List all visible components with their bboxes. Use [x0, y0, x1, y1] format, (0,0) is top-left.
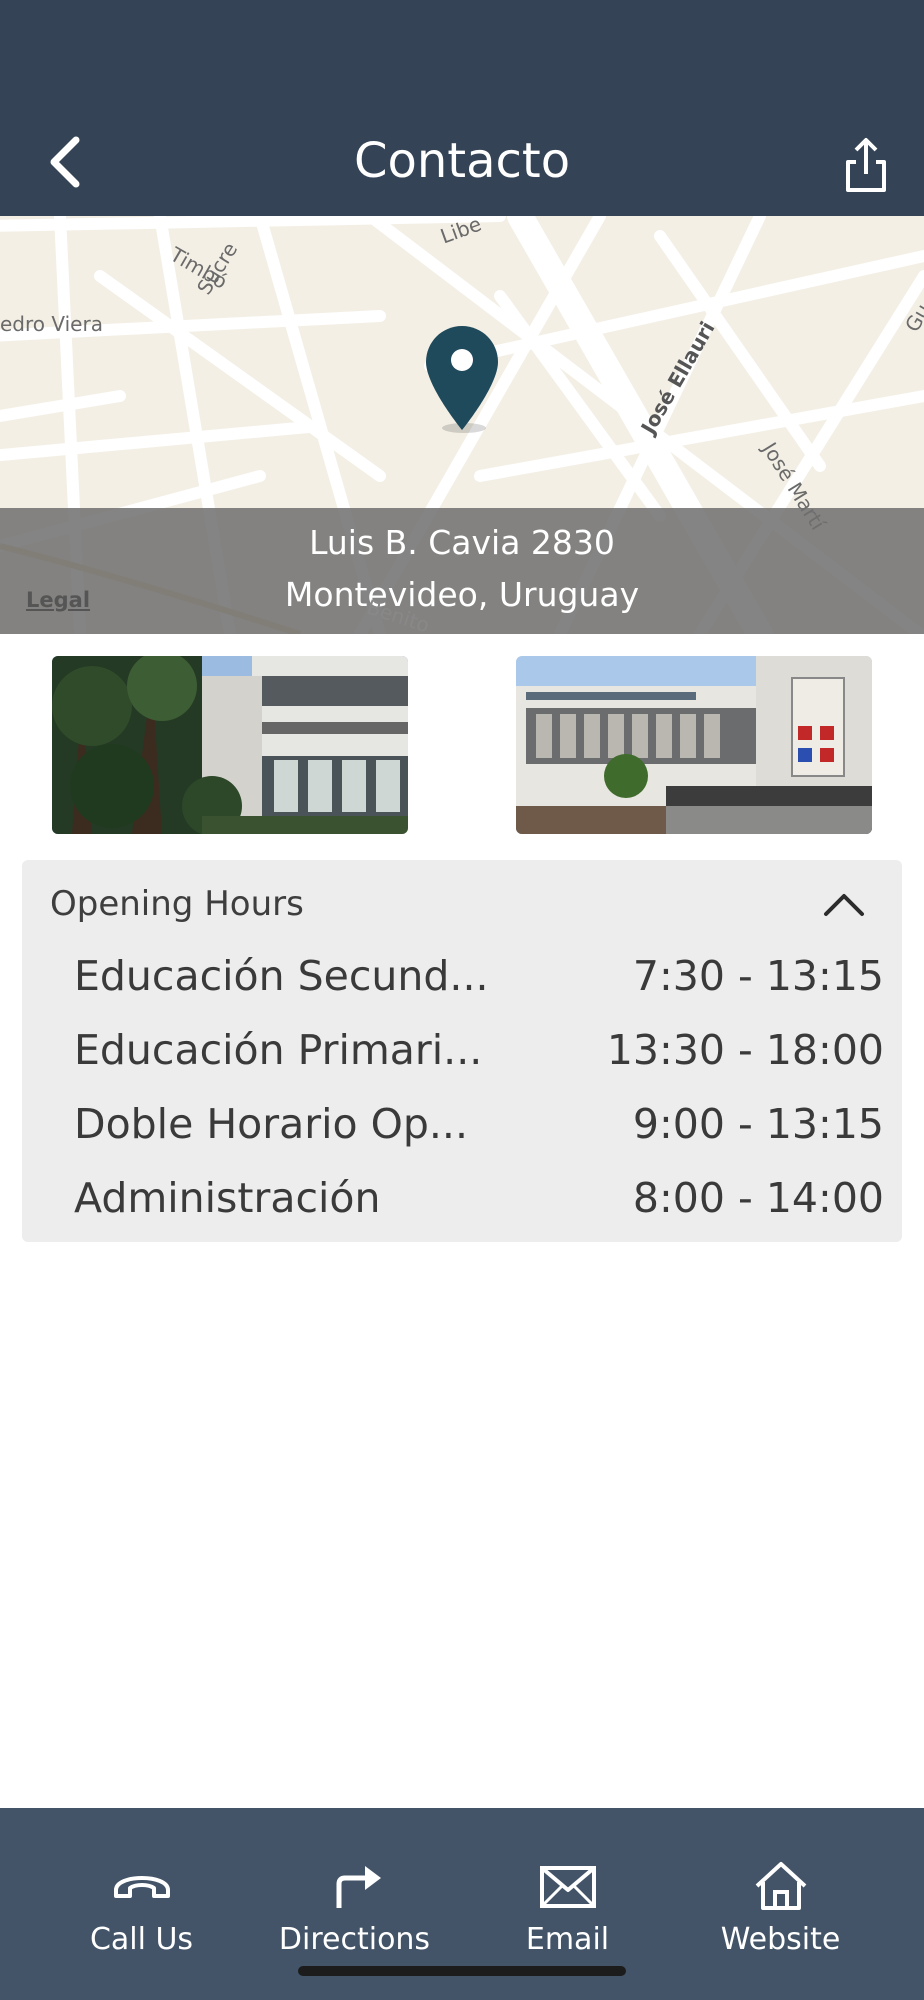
- share-icon: [846, 138, 886, 192]
- email-button[interactable]: Email: [452, 1808, 683, 1968]
- hours-row: Doble Horario Op... 9:00 - 13:15: [74, 1094, 884, 1154]
- directions-icon: [336, 1866, 381, 1908]
- phone-icon: [113, 1876, 170, 1898]
- hours-name: Educación Secund...: [74, 952, 489, 1000]
- directions-button[interactable]: Directions: [239, 1808, 470, 1968]
- opening-hours-heading: Opening Hours: [50, 884, 304, 924]
- home-indicator: [298, 1966, 626, 1976]
- hours-name: Administración: [74, 1174, 381, 1222]
- location-pin-icon[interactable]: [424, 324, 500, 434]
- email-icon: [539, 1866, 596, 1908]
- chevron-up-icon[interactable]: [822, 890, 866, 918]
- hours-row: Administración 8:00 - 14:00: [74, 1168, 884, 1228]
- home-icon: [755, 1862, 806, 1910]
- opening-hours-card: Opening Hours Educación Secund... 7:30 -…: [22, 860, 902, 1242]
- street-label: edro Viera: [0, 312, 103, 336]
- address-city: Montevideo, Uruguay: [284, 575, 640, 614]
- hours-name: Doble Horario Op...: [74, 1100, 468, 1148]
- address-overlay: Luis B. Cavia 2830 Montevideo, Uruguay B…: [0, 508, 924, 634]
- building-photo[interactable]: [516, 656, 872, 834]
- tab-label: Call Us: [89, 1922, 194, 1957]
- address-street: Luis B. Cavia 2830: [309, 523, 615, 562]
- hours-name: Educación Primari...: [74, 1026, 483, 1074]
- tab-label: Website: [720, 1922, 841, 1957]
- page-title: Contacto: [353, 133, 571, 189]
- tab-label: Email: [525, 1922, 610, 1957]
- tab-label: Directions: [278, 1922, 431, 1957]
- location-map[interactable]: Timbó Libe edro Viera Sucre José Ellauri…: [0, 216, 924, 634]
- hours-time: 9:00 - 13:15: [632, 1100, 884, 1148]
- call-us-button[interactable]: Call Us: [26, 1808, 257, 1968]
- hours-row: Educación Primari... 13:30 - 18:00: [74, 1020, 884, 1080]
- building-photo[interactable]: [52, 656, 408, 834]
- hours-row: Educación Secund... 7:30 - 13:15: [74, 946, 884, 1006]
- nav-header: Contacto: [0, 0, 924, 216]
- hours-time: 8:00 - 14:00: [632, 1174, 884, 1222]
- share-button[interactable]: [838, 134, 894, 196]
- hours-time: 7:30 - 13:15: [632, 952, 884, 1000]
- map-legal-link[interactable]: Legal: [26, 588, 90, 612]
- hours-time: 13:30 - 18:00: [606, 1026, 884, 1074]
- website-button[interactable]: Website: [665, 1808, 896, 1968]
